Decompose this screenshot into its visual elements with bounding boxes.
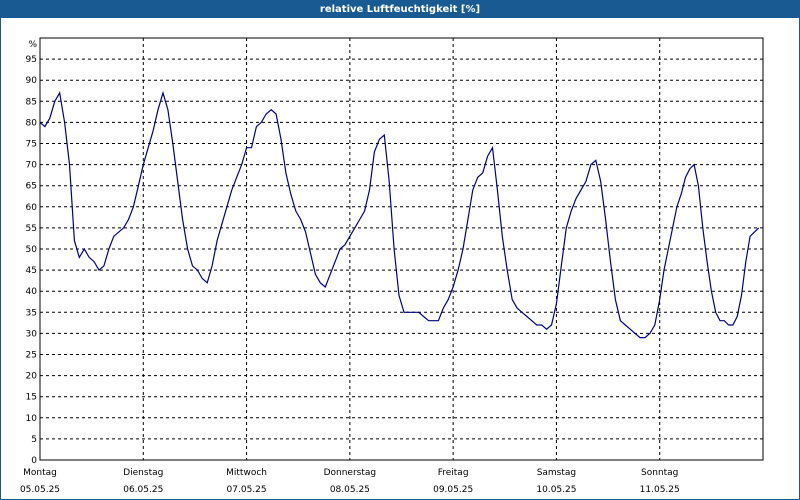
- y-tick-label: 15: [26, 393, 37, 403]
- grid-lines: [40, 38, 763, 460]
- y-tick-label: 50: [26, 245, 38, 255]
- y-tick-label: 70: [26, 161, 38, 171]
- y-tick-label: 55: [26, 224, 37, 234]
- x-tick-day-label: Dienstag: [123, 468, 163, 478]
- y-tick-label: 95: [26, 55, 37, 65]
- humidity-line-chart: 0 5 10 15 20 25 30 35 40 45 50 55 60 65 70 75 80 85 90 95% M…: [20, 37, 764, 495]
- y-tick-label: 0: [31, 456, 37, 466]
- y-tick-label: 20: [26, 372, 38, 382]
- y-axis-label: %: [28, 40, 37, 50]
- y-tick-label: 85: [26, 97, 37, 107]
- y-tick-label: 60: [26, 203, 38, 213]
- y-tick-label: 35: [26, 308, 37, 318]
- x-tick-day-label: Sonntag: [641, 468, 678, 478]
- x-tick-day-label: Freitag: [438, 468, 469, 478]
- y-tick-label: 45: [26, 266, 37, 276]
- y-tick-label: 75: [26, 140, 37, 150]
- x-tick-date-label: 08.05.25: [330, 485, 370, 495]
- x-tick-day-label: Samstag: [537, 468, 576, 478]
- y-tick-label: 90: [26, 76, 38, 86]
- y-tick-label: 30: [26, 329, 38, 339]
- y-tick-label: 5: [31, 435, 37, 445]
- y-tick-label: 80: [26, 118, 38, 128]
- y-tick-label: 65: [26, 182, 37, 192]
- y-tick-label: 40: [26, 287, 38, 297]
- x-tick-date-label: 07.05.25: [227, 485, 267, 495]
- x-tick-date-label: 05.05.25: [20, 485, 60, 495]
- x-tick-date-label: 06.05.25: [123, 485, 163, 495]
- y-tick-label: 25: [26, 351, 37, 361]
- x-tick-date-label: 10.05.25: [536, 485, 576, 495]
- x-tick-day-label: Donnerstag: [324, 468, 377, 478]
- x-tick-day-label: Montag: [23, 468, 57, 478]
- x-tick-date-label: 11.05.25: [640, 485, 680, 495]
- y-tick-label: 10: [26, 414, 38, 424]
- x-tick-date-label: 09.05.25: [433, 485, 473, 495]
- x-tick-day-label: Mittwoch: [226, 468, 267, 478]
